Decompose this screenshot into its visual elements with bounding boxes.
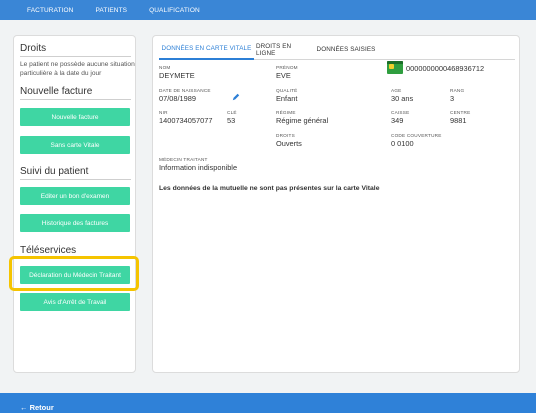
vitale-card-icon xyxy=(387,61,403,74)
rank-value: 3 xyxy=(450,94,455,103)
divider xyxy=(20,179,131,180)
invoice-history-button[interactable]: Historique des factures xyxy=(20,214,130,232)
center-value: 9881 xyxy=(450,116,467,125)
bottom-bar xyxy=(0,393,536,413)
new-invoice-button[interactable]: Nouvelle facture xyxy=(20,108,130,126)
nir-label: NIR xyxy=(159,110,168,115)
rights-label: DROITS xyxy=(276,133,295,138)
patient-followup-title: Suivi du patient xyxy=(20,166,89,177)
rights-title: Droits xyxy=(20,43,47,54)
birth-date-label: DATE DE NAISSANCE xyxy=(159,88,211,93)
key-label: CLÉ xyxy=(227,110,237,115)
doctor-label: MÉDECIN TRAITANT xyxy=(159,157,208,162)
first-name-label: PRÉNOM xyxy=(276,65,298,70)
nav-facturation[interactable]: FACTURATION xyxy=(27,7,73,14)
rights-text: Le patient ne possède aucune situation p… xyxy=(20,61,135,77)
exam-voucher-button[interactable]: Editer un bon d'examen xyxy=(20,187,130,205)
regime-value: Régime général xyxy=(276,116,329,125)
left-sidebar: Droits Le patient ne possède aucune situ… xyxy=(13,35,136,373)
nav-patients[interactable]: PATIENTS xyxy=(95,7,127,14)
key-value: 53 xyxy=(227,116,236,125)
first-name-value: EVE xyxy=(276,71,291,80)
work-stop-notice-button[interactable]: Avis d'Arrêt de Travail xyxy=(20,293,130,311)
tab-online-rights[interactable]: DROITS EN LIGNE xyxy=(256,39,311,60)
tab-bar: DONNÉES EN CARTE VITALE DROITS EN LIGNE … xyxy=(159,39,515,60)
doctor-value: Information indisponible xyxy=(159,163,238,172)
nav-qualification[interactable]: QUALIFICATION xyxy=(149,7,200,14)
fund-label: CAISSE xyxy=(391,110,410,115)
last-name-label: NOM xyxy=(159,65,171,70)
nir-value: 1400734057077 xyxy=(159,116,213,125)
mutual-notice: Les données de la mutuelle ne sont pas p… xyxy=(159,185,380,192)
tab-vitale-card-data[interactable]: DONNÉES EN CARTE VITALE xyxy=(159,39,254,60)
tab-entered-data[interactable]: DONNÉES SAISIES xyxy=(315,39,377,60)
coverage-code-value: 0 0100 xyxy=(391,139,414,148)
fund-value: 349 xyxy=(391,116,404,125)
divider xyxy=(20,99,131,100)
highlight-box xyxy=(9,256,139,291)
card-number: 0000000000468936712 xyxy=(406,64,485,73)
quality-label: QUALITÉ xyxy=(276,88,298,93)
last-name-value: DEYMETE xyxy=(159,71,195,80)
new-invoice-title: Nouvelle facture xyxy=(20,86,93,97)
rights-value: Ouverts xyxy=(276,139,302,148)
teleservices-title: Téléservices xyxy=(20,245,77,256)
top-navigation: FACTURATION PATIENTS QUALIFICATION xyxy=(0,0,536,20)
center-label: CENTRE xyxy=(450,110,471,115)
regime-label: RÉGIME xyxy=(276,110,296,115)
edit-pencil-icon[interactable] xyxy=(232,93,240,101)
no-vitale-card-button[interactable]: Sans carte Vitale xyxy=(20,136,130,154)
birth-date-value: 07/08/1989 xyxy=(159,94,196,103)
quality-value: Enfant xyxy=(276,94,298,103)
rank-label: RANG xyxy=(450,88,465,93)
back-button[interactable]: ← Retour xyxy=(20,403,54,412)
divider xyxy=(20,56,131,57)
age-value: 30 ans xyxy=(391,94,414,103)
patient-details-panel: DONNÉES EN CARTE VITALE DROITS EN LIGNE … xyxy=(152,35,520,373)
coverage-code-label: CODE COUVERTURE xyxy=(391,133,442,138)
age-label: AGE xyxy=(391,88,402,93)
